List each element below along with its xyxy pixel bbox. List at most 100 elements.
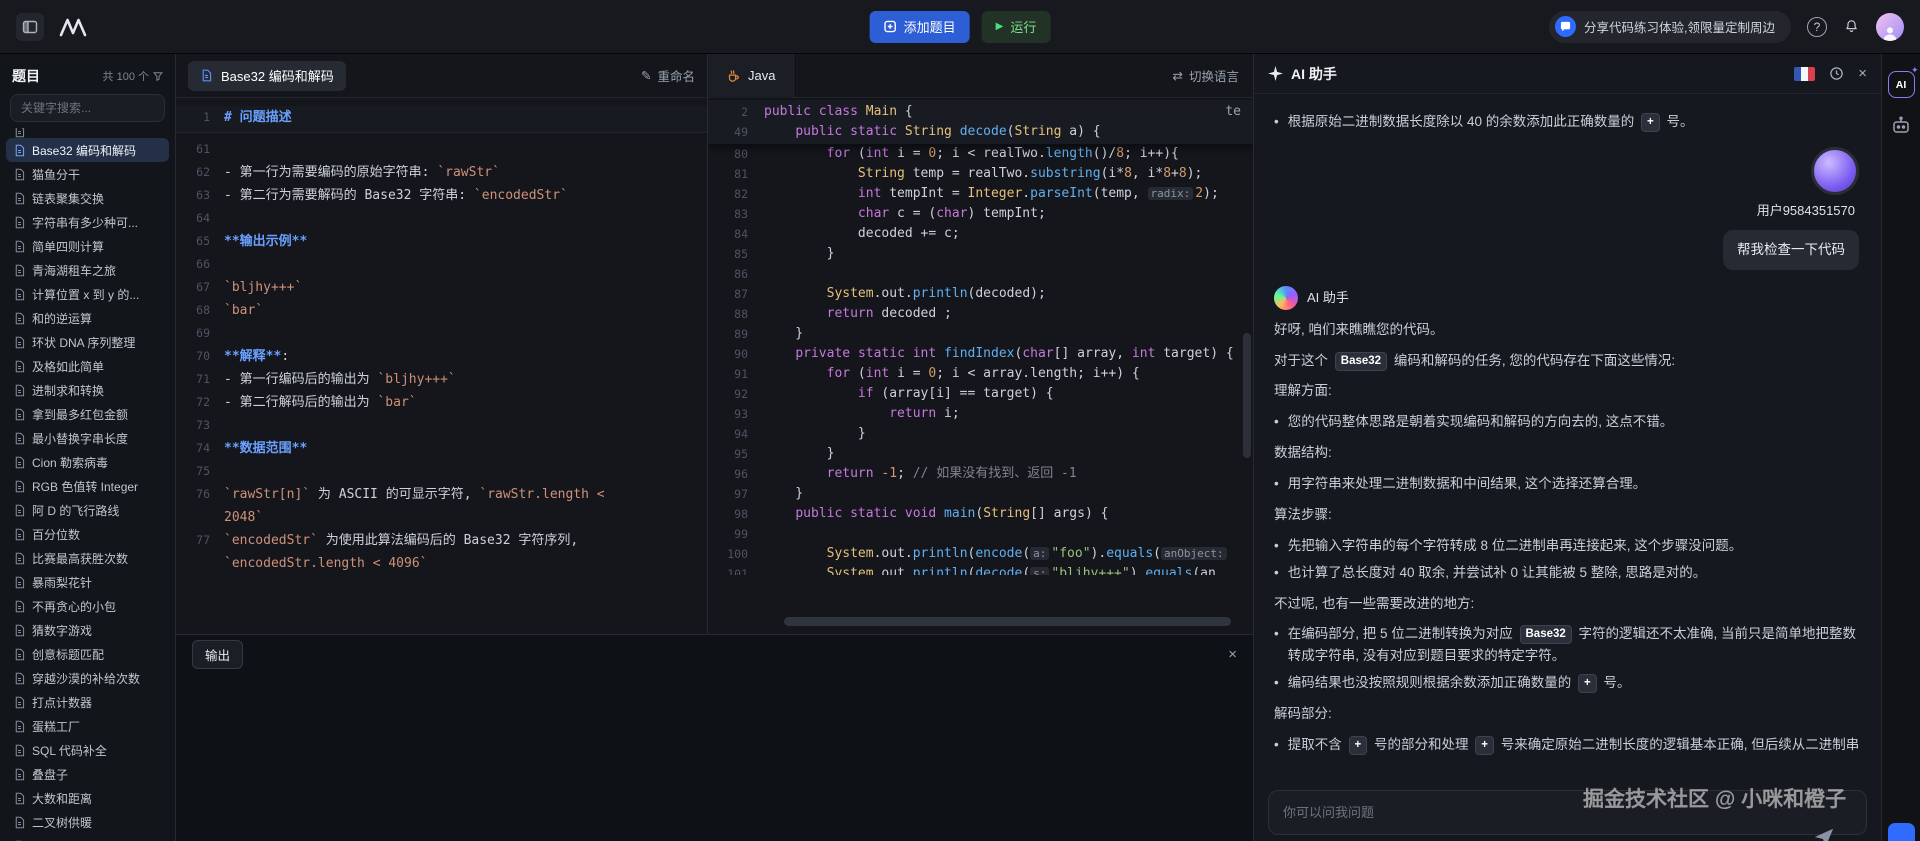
sidebar-item[interactable]: 环状 DNA 序列整理 xyxy=(6,330,169,354)
document-icon xyxy=(15,744,25,756)
sidebar-item[interactable]: 比赛最高获胜次数 xyxy=(6,546,169,570)
line-number: 95 xyxy=(734,447,748,461)
ai-input-box xyxy=(1268,790,1867,835)
topbar: 添加题目 ▶ 运行 分享代码练习体验,领限量定制周边 ? xyxy=(0,0,1920,54)
ai-messages[interactable]: • 根据原始二进制数据长度除以 40 的余数添加此正确数量的 + 号。 用户9584… xyxy=(1254,94,1881,782)
main-area: 题目 共 100 个 Base32 编码和解码猫鱼分干链表聚集交换字符串有多少种… xyxy=(0,53,1920,841)
filter-icon[interactable] xyxy=(153,71,163,81)
rename-button[interactable]: ✎ 重命名 xyxy=(641,66,695,85)
sidebar-item[interactable]: 阿 D 的飞行路线 xyxy=(6,498,169,522)
sidebar-item[interactable]: Cion 勒索病毒 xyxy=(6,450,169,474)
message-text: 解码部分: xyxy=(1274,705,1332,721)
bullet-marker: • xyxy=(1274,564,1279,580)
problem-title-tab[interactable]: Base32 编码和解码 xyxy=(188,60,346,91)
sidebar-item[interactable]: RGB 色值转 Integer xyxy=(6,474,169,498)
code-line: 84 decoded += c; xyxy=(708,224,1253,244)
document-icon xyxy=(15,696,25,708)
sidebar-item[interactable]: 和的逆运算 xyxy=(6,306,169,330)
sidebar-item-label: 百分位数 xyxy=(32,527,81,542)
history-icon[interactable] xyxy=(1829,66,1844,81)
sidebar-item[interactable]: 大数和距离 xyxy=(6,786,169,810)
sidebar-item-partial[interactable] xyxy=(6,834,169,841)
line-number: 49 xyxy=(734,125,748,139)
run-button[interactable]: ▶ 运行 xyxy=(981,10,1051,43)
language-tab-java[interactable]: Java xyxy=(708,53,795,98)
ai-paragraph: 算法步骤: xyxy=(1274,504,1861,526)
ai-input[interactable] xyxy=(1283,805,1852,820)
line-number: 98 xyxy=(734,507,748,521)
sidebar-item[interactable]: 创意标题匹配 xyxy=(6,642,169,666)
switch-language-button[interactable]: ⇄ 切换语言 xyxy=(1173,66,1240,85)
sidebar-toggle-button[interactable] xyxy=(16,12,44,41)
sidebar-item[interactable]: 最小替换字串长度 xyxy=(6,426,169,450)
code-editor[interactable]: 2 public class Main {te 49 public static S… xyxy=(708,98,1253,634)
help-icon[interactable]: ? xyxy=(1807,16,1827,37)
sidebar-item[interactable]: 穿越沙漠的补给次数 xyxy=(6,666,169,690)
sidebar-item[interactable]: 百分位数 xyxy=(6,522,169,546)
code-line: 80 for (int i = 0; i < realTwo.length()/… xyxy=(708,144,1253,164)
markdown-line: 66 xyxy=(176,253,707,276)
promo-banner[interactable]: 分享代码练习体验,领限量定制周边 xyxy=(1549,10,1791,43)
sidebar-item[interactable]: 简单四则计算 xyxy=(6,234,169,258)
ai-name: AI 助手 xyxy=(1307,290,1349,306)
problem-markdown[interactable]: 1 # 问题描述 61 62- 第一行为需要编码的原始字符串: `rawStr` 63… xyxy=(176,98,707,634)
sidebar-item-partial[interactable] xyxy=(6,128,169,138)
user-avatar[interactable] xyxy=(1876,12,1904,41)
sidebar-item[interactable]: 拿到最多红包金额 xyxy=(6,402,169,426)
sidebar-item[interactable]: 叠盘子 xyxy=(6,762,169,786)
sidebar-item[interactable]: 蛋糕工厂 xyxy=(6,714,169,738)
feedback-button[interactable] xyxy=(1888,823,1915,841)
language-tab-label: Java xyxy=(748,68,776,83)
send-icon[interactable] xyxy=(1813,826,1835,841)
person-icon xyxy=(1883,26,1897,41)
sidebar-item[interactable]: 计算位置 x 到 y 的... xyxy=(6,282,169,306)
message-text: 不过呢, 也有一些需要改进的地方: xyxy=(1274,595,1475,611)
sidebar-item-label: 拿到最多红包金额 xyxy=(32,407,129,422)
sidebar-item[interactable]: 不再贪心的小包 xyxy=(6,594,169,618)
sidebar-item[interactable]: 字符串有多少种可... xyxy=(6,210,169,234)
code-line: 83 char c = (char) tempInt; xyxy=(708,204,1253,224)
output-close-icon[interactable]: × xyxy=(1228,647,1237,662)
search-input[interactable] xyxy=(21,101,154,115)
document-icon xyxy=(15,216,25,228)
sidebar-item[interactable]: 猜数字游戏 xyxy=(6,618,169,642)
sidebar-item-label: 青海湖租车之旅 xyxy=(32,263,117,278)
document-icon xyxy=(15,624,25,636)
sidebar-item-label: 最小替换字串长度 xyxy=(32,431,129,446)
add-problem-button[interactable]: 添加题目 xyxy=(869,10,970,43)
sidebar-item[interactable]: 青海湖租车之旅 xyxy=(6,258,169,282)
code-line: 89 } xyxy=(708,324,1253,344)
line-number: 87 xyxy=(734,287,748,301)
sidebar-item[interactable]: 二叉树供暖 xyxy=(6,810,169,834)
message-text: 也计算了总长度对 40 取余, 并尝试补 0 让其能被 5 整除, 思路是对的。 xyxy=(1287,564,1707,580)
notifications-icon[interactable] xyxy=(1843,18,1860,35)
bullet-marker: • xyxy=(1274,114,1279,129)
line-number: 69 xyxy=(196,326,210,340)
ai-bullet-item: • 也计算了总长度对 40 取余, 并尝试补 0 让其能被 5 整除, 思路是对的… xyxy=(1274,562,1861,584)
problem-count: 共 100 个 xyxy=(103,68,163,84)
inline-code-chip: + xyxy=(1641,113,1660,132)
ai-rail-button[interactable]: AI xyxy=(1887,65,1918,98)
sidebar-item[interactable]: SQL 代码补全 xyxy=(6,738,169,762)
sidebar-item[interactable]: 打点计数器 xyxy=(6,690,169,714)
editor-horizontal-scrollbar[interactable] xyxy=(784,617,1231,626)
language-flag-icon[interactable] xyxy=(1794,66,1816,81)
editor-vertical-scrollbar[interactable] xyxy=(1243,333,1251,458)
sidebar-item[interactable]: Base32 编码和解码 xyxy=(6,138,169,162)
sidebar-item[interactable]: 暴雨梨花针 xyxy=(6,570,169,594)
sidebar-item[interactable]: 链表聚集交换 xyxy=(6,186,169,210)
logo[interactable] xyxy=(58,16,88,38)
ai-close-icon[interactable]: × xyxy=(1858,66,1867,81)
markdown-line: 73 xyxy=(176,414,707,437)
sidebar-item[interactable]: 及格如此简单 xyxy=(6,354,169,378)
line-number: 72 xyxy=(196,395,210,409)
code-sticky-line: 49 public static String decode(String a)… xyxy=(708,122,1253,142)
message-text: 编码结果也没按照规则根据余数添加正确数量的 + 号。 xyxy=(1288,672,1630,694)
sidebar-item[interactable]: 进制求和转换 xyxy=(6,378,169,402)
output-tab[interactable]: 输出 xyxy=(192,639,244,669)
robot-icon[interactable] xyxy=(1891,116,1911,136)
markdown-line: 72- 第二行解码后的输出为 `bar` xyxy=(176,391,707,414)
ai-assistant-pane: AI 助手 × • 根据原始二进制数据长度除以 40 的余数添加此正确数量的 + … xyxy=(1253,54,1881,841)
sidebar-item[interactable]: 猫鱼分干 xyxy=(6,162,169,186)
document-icon xyxy=(15,384,25,396)
